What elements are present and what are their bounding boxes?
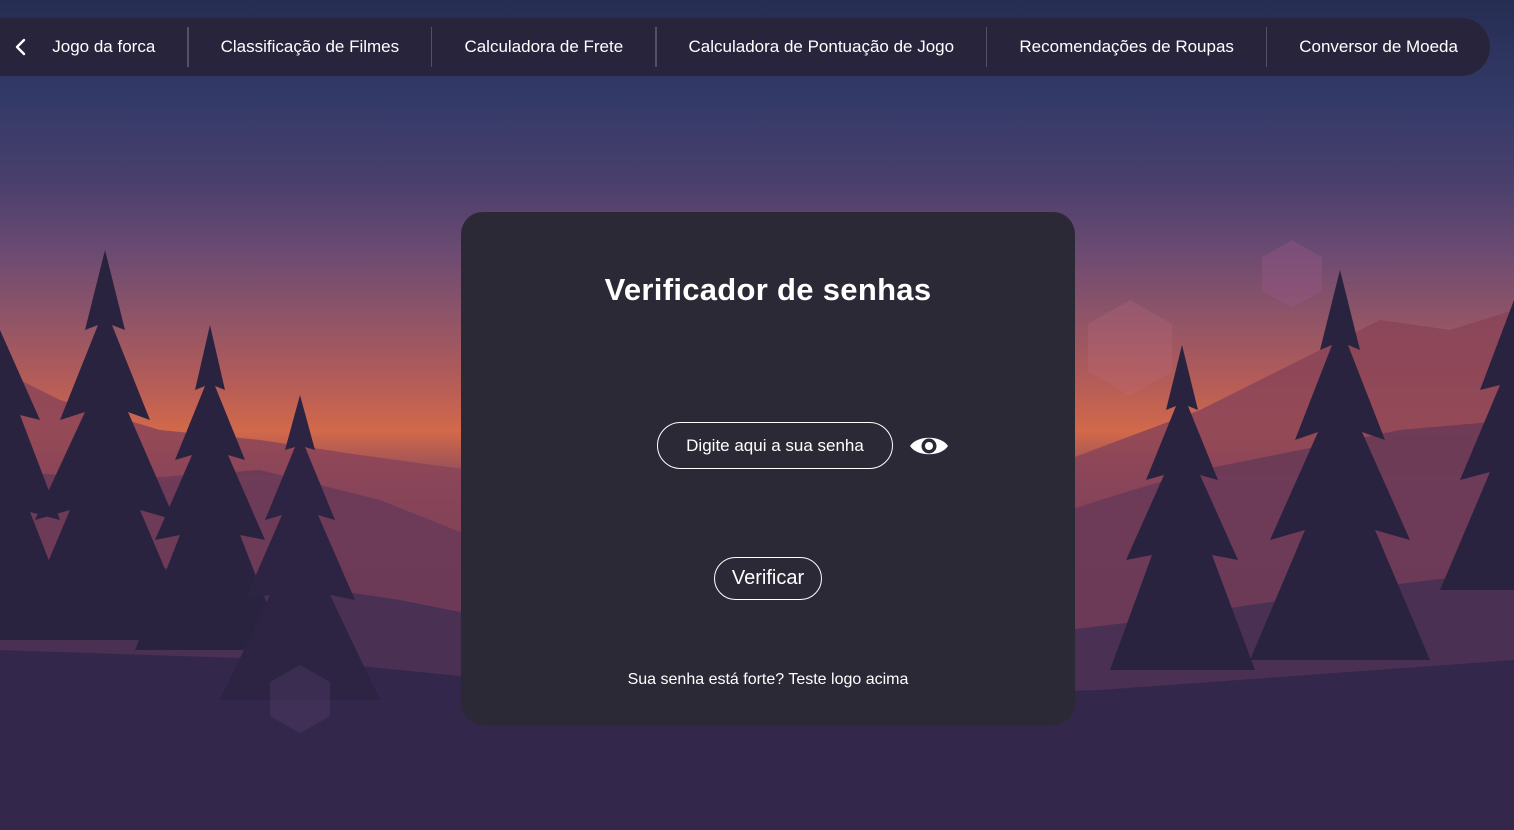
chevron-left-icon [15,38,26,56]
page-title: Verificador de senhas [604,272,932,307]
nav-item-calculadora-de-pontuacao[interactable]: Calculadora de Pontuação de Jogo [657,27,987,67]
nav-item-conversor-de-moeda[interactable]: Conversor de Moeda [1267,27,1490,67]
hint-text: Sua senha está forte? Teste logo acima [627,671,909,688]
nav-back-button[interactable] [0,18,40,76]
toggle-password-visibility-button[interactable] [908,431,950,461]
nav-item-recomendacoes-de-roupas[interactable]: Recomendações de Roupas [987,27,1266,67]
password-input[interactable] [657,422,893,469]
verify-button[interactable]: Verificar [714,557,822,600]
nav-item-calculadora-de-frete[interactable]: Calculadora de Frete [432,27,655,67]
nav-item-classificacao-de-filmes[interactable]: Classificação de Filmes [189,27,432,67]
eye-icon [910,437,948,455]
top-navigation-bar: Jogo da forca Classificação de Filmes Ca… [0,18,1490,76]
nav-item-jogo-da-forca[interactable]: Jogo da forca [40,27,187,67]
